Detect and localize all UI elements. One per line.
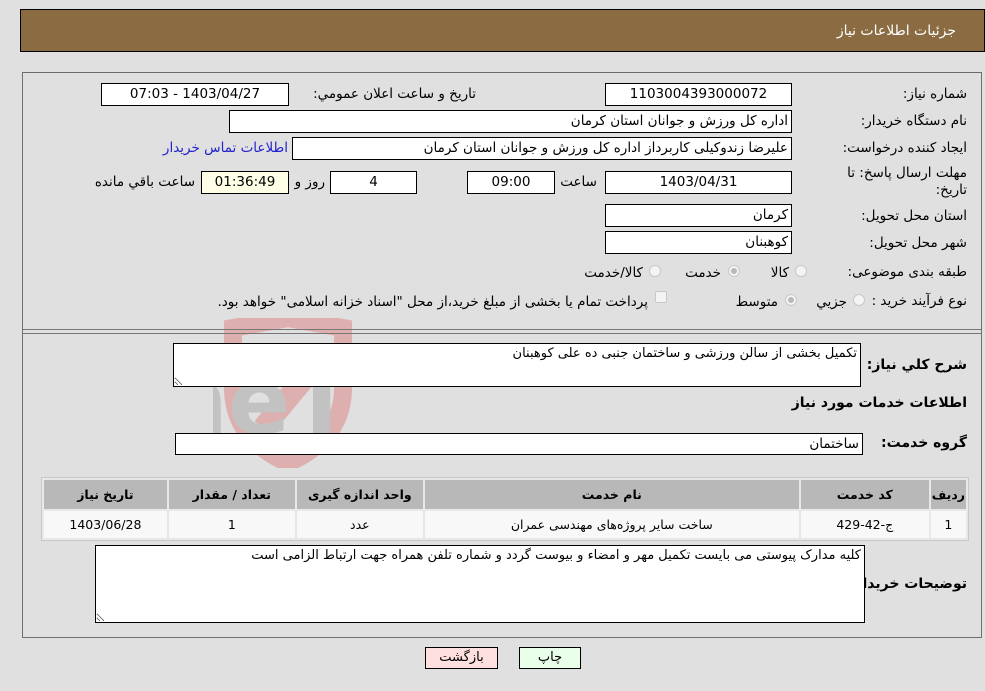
deadline-label: مهلت ارسال پاسخ: تا تاریخ: xyxy=(847,165,967,198)
col-header-service-name: نام خدمت xyxy=(424,480,799,509)
delivery-province-field: کرمان xyxy=(605,204,792,227)
deadline-date-field: 1403/04/31 xyxy=(605,171,792,194)
divider xyxy=(23,329,981,330)
purchase-option-minor: جزيي xyxy=(816,294,847,310)
purchase-option-medium: متوسط xyxy=(735,294,778,310)
category-radio-service[interactable] xyxy=(728,265,740,277)
back-button[interactable]: بازگشت xyxy=(425,647,498,669)
cell-service-name: ساخت سایر پروژه‌های مهندسی عمران xyxy=(424,511,799,538)
buyer-org-label: نام دستگاه خریدار: xyxy=(860,113,967,129)
category-option-goods: کالا xyxy=(770,265,789,281)
need-number-label: شماره نیاز: xyxy=(902,86,967,102)
delivery-city-label: شهر محل تحویل: xyxy=(869,235,967,251)
deadline-time-field: 09:00 xyxy=(467,171,555,194)
services-heading: اطلاعات خدمات مورد نیاز xyxy=(791,395,967,411)
cell-service-code: ج-42-429 xyxy=(800,511,929,538)
buyer-notes-label: توضیحات خریدار: xyxy=(848,576,967,592)
page-header: جزئیات اطلاعات نیاز xyxy=(20,9,985,52)
category-radio-goods[interactable] xyxy=(795,265,807,277)
col-header-quantity: تعداد / مقدار xyxy=(168,480,295,509)
delivery-city-field: کوهبنان xyxy=(605,231,792,254)
treasury-note: پرداخت تمام یا بخشی از مبلغ خرید،از محل … xyxy=(217,294,648,310)
deadline-time-label: ساعت xyxy=(560,174,597,190)
category-option-goods-service: کالا/خدمت xyxy=(584,265,643,281)
announce-datetime-label: تاریخ و ساعت اعلان عمومي: xyxy=(313,86,476,102)
requester-field: علیرضا زندوکیلی کاربرداز اداره کل ورزش و… xyxy=(292,137,792,160)
col-header-service-code: کد خدمت xyxy=(800,480,929,509)
announce-datetime-field: 1403/04/27 - 07:03 xyxy=(101,83,289,106)
col-header-row-number: ردیف xyxy=(930,480,966,509)
purchase-radio-medium[interactable] xyxy=(785,294,797,306)
days-label: روز و xyxy=(294,174,325,190)
category-label: طبقه بندی موضوعی: xyxy=(847,264,967,280)
requester-label: ایجاد کننده درخواست: xyxy=(842,140,967,156)
service-group-field: ساختمان xyxy=(175,433,863,455)
need-number-field: 1103004393000072 xyxy=(605,83,792,106)
cell-quantity: 1 xyxy=(168,511,295,538)
cell-need-date: 1403/06/28 xyxy=(44,511,167,538)
buyer-notes-textarea[interactable]: کلیه مدارک پیوستی می بایست تکمیل مهر و ا… xyxy=(95,545,865,623)
table-row: 1 ج-42-429 ساخت سایر پروژه‌های مهندسی عم… xyxy=(44,511,966,538)
col-header-unit: واحد اندازه گیری xyxy=(296,480,423,509)
print-button[interactable]: چاپ xyxy=(519,647,581,669)
table-header-row: ردیف کد خدمت نام خدمت واحد اندازه گیری ت… xyxy=(44,480,966,509)
purchase-radio-minor[interactable] xyxy=(853,294,865,306)
need-details-panel: AriaTender.neT شماره نیاز: 1103004393000… xyxy=(22,72,982,638)
delivery-province-label: استان محل تحویل: xyxy=(861,208,967,224)
service-group-label: گروه خدمت: xyxy=(881,435,967,451)
time-remaining-label: ساعت باقي مانده xyxy=(94,174,195,190)
days-remaining-field: 4 xyxy=(330,171,417,194)
cell-row-number: 1 xyxy=(930,511,966,538)
purchase-type-label: نوع فرآیند خرید : xyxy=(871,293,967,309)
description-textarea[interactable]: تکمیل بخشی از سالن ورزشی و ساختمان جنبی … xyxy=(173,343,861,387)
time-remaining-field: 01:36:49 xyxy=(201,171,289,194)
buyer-contact-link[interactable]: اطلاعات تماس خریدار xyxy=(163,140,288,156)
page-title: جزئیات اطلاعات نیاز xyxy=(836,23,956,39)
treasury-checkbox[interactable] xyxy=(655,291,667,303)
divider xyxy=(23,333,981,334)
buyer-org-field: اداره کل ورزش و جوانان استان کرمان xyxy=(229,110,792,133)
description-label: شرح کلي نیاز: xyxy=(866,357,967,373)
cell-unit: عدد xyxy=(296,511,423,538)
category-radio-goods-service[interactable] xyxy=(649,265,661,277)
category-option-service: خدمت xyxy=(685,265,721,281)
services-table: ردیف کد خدمت نام خدمت واحد اندازه گیری ت… xyxy=(41,477,969,541)
col-header-need-date: تاریخ نیاز xyxy=(44,480,167,509)
